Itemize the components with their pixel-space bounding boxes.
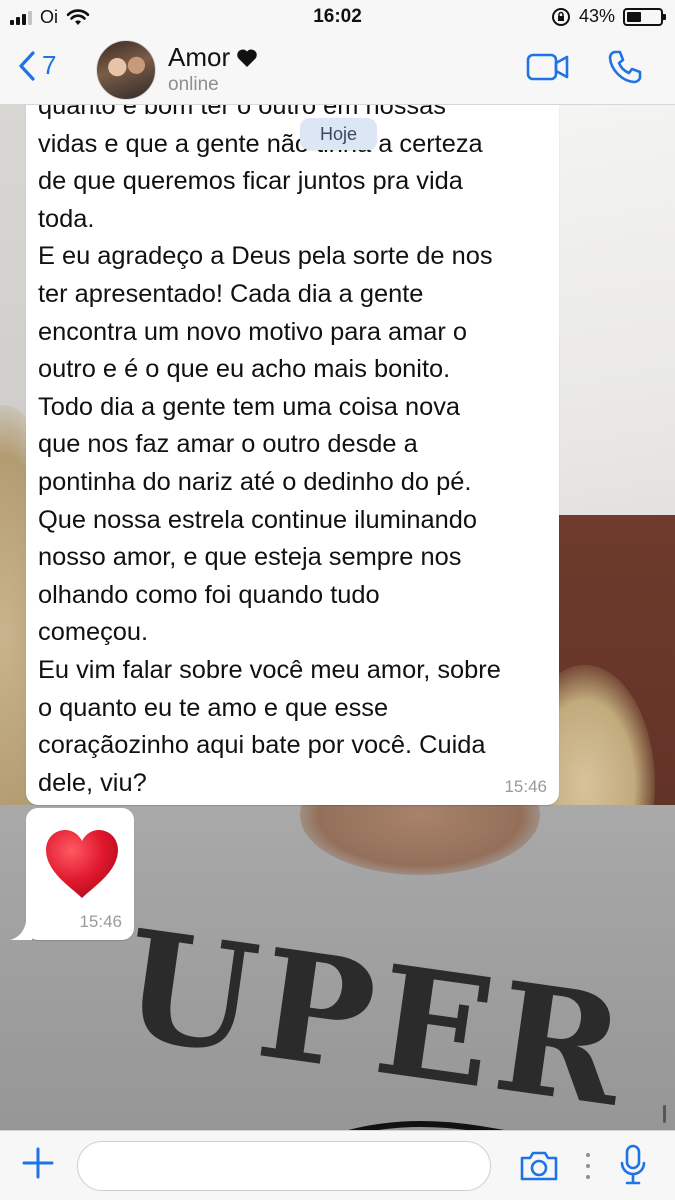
- more-options-icon[interactable]: [586, 1153, 590, 1179]
- video-call-icon[interactable]: [526, 52, 570, 82]
- battery-percent: 43%: [578, 6, 615, 26]
- back-button[interactable]: 7: [18, 50, 56, 81]
- red-heart-emoji: [46, 830, 118, 898]
- battery-icon: [623, 7, 666, 26]
- message-text: quanto é bom ter o outro em nossas vidas…: [38, 105, 501, 797]
- message-input-bar: [0, 1130, 675, 1200]
- chat-header: 7 Amor online: [0, 36, 675, 105]
- message-bubble-emoji[interactable]: 15:46: [10, 808, 134, 940]
- bubble-tail: [10, 922, 32, 940]
- black-heart-icon: [237, 48, 257, 67]
- status-bar: Oi 16:02 43%: [0, 0, 675, 36]
- scroll-indicator[interactable]: [663, 1105, 666, 1123]
- unread-count: 7: [42, 50, 57, 80]
- plus-icon[interactable]: [20, 1145, 56, 1181]
- contact-name-label: Amor: [168, 42, 231, 72]
- contact-status: online: [168, 74, 219, 95]
- date-separator: Hoje: [300, 118, 377, 150]
- message-bubble-incoming[interactable]: quanto é bom ter o outro em nossas vidas…: [26, 105, 559, 805]
- contact-avatar[interactable]: [96, 40, 156, 100]
- message-time: 15:46: [79, 912, 122, 931]
- contact-name[interactable]: Amor: [168, 42, 258, 73]
- microphone-icon[interactable]: [618, 1143, 648, 1187]
- rotation-lock-icon: [551, 7, 570, 26]
- wallpaper-shirt-print: UPER: [113, 896, 640, 1130]
- phone-call-icon[interactable]: [606, 48, 644, 86]
- message-time: 15:46: [504, 777, 547, 796]
- camera-icon[interactable]: [518, 1149, 560, 1183]
- message-input[interactable]: [77, 1141, 491, 1191]
- chevron-left-icon: [19, 50, 35, 81]
- wallpaper-scribble: [348, 1121, 640, 1130]
